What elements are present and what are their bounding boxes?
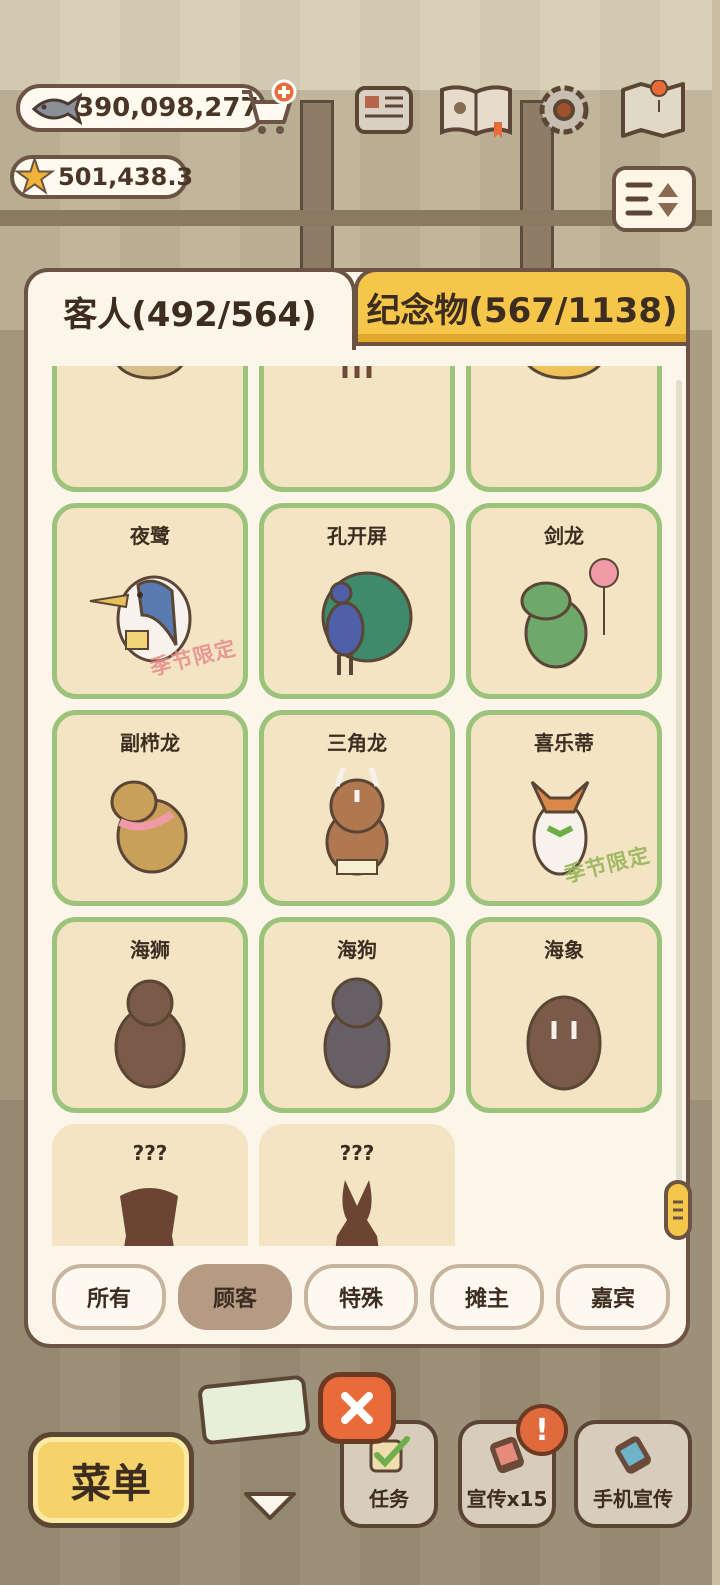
fish-icon: [31, 92, 82, 126]
guest-portrait: [110, 780, 188, 874]
guest-name: ???: [132, 1141, 168, 1165]
phone-promo-button[interactable]: 手机宣传: [574, 1420, 692, 1528]
guest-portrait: [325, 767, 389, 876]
guest-card[interactable]: 副栉龙: [52, 710, 248, 906]
scrollbar-track[interactable]: [676, 380, 682, 1200]
guest-portrait: [520, 558, 619, 669]
fish-currency: 390,098,277: [16, 84, 266, 132]
filter-button[interactable]: 所有: [52, 1264, 166, 1330]
scrollbar-thumb[interactable]: [664, 1180, 692, 1240]
guest-name: 海狗: [337, 938, 377, 962]
tab-souvenirs-label: 纪念物(567/1138): [366, 290, 678, 331]
chevron-down-icon[interactable]: [240, 1486, 300, 1526]
locked-guest-card[interactable]: ???: [52, 1124, 248, 1246]
close-icon: [341, 1392, 373, 1424]
star-icon: ★: [13, 149, 56, 203]
filter-bar: 所有 顾客 特殊 摊主 嘉宾: [52, 1264, 670, 1330]
task-label: 任务: [369, 1487, 409, 1511]
guest-portrait: [114, 979, 186, 1089]
guest-card[interactable]: 孔开屏: [259, 503, 455, 699]
guest-name: 副栉龙: [120, 731, 180, 755]
filter-button[interactable]: 嘉宾: [556, 1264, 670, 1330]
guest-name: 三角龙: [327, 731, 387, 755]
guest-grid: 夜鹭 季节限定 孔开屏 剑龙副栉龙 三角龙 喜乐蒂 季节限定海狮 海狗 海象??????: [52, 366, 662, 1246]
guest-card[interactable]: 夜鹭 季节限定: [52, 503, 248, 699]
newspaper-icon[interactable]: [352, 78, 416, 142]
guest-name: 孔开屏: [327, 524, 387, 548]
tab-guests[interactable]: 客人(492/564): [24, 268, 356, 350]
guest-card[interactable]: [259, 366, 455, 492]
filter-button[interactable]: 特殊: [304, 1264, 418, 1330]
close-button[interactable]: [318, 1372, 396, 1444]
map-icon[interactable]: [618, 78, 688, 142]
silhouette-icon: [335, 1180, 379, 1246]
beam: [0, 210, 712, 226]
guest-card[interactable]: 海狮: [52, 917, 248, 1113]
promo-label: 宣传x15: [466, 1487, 548, 1511]
tab-guests-label: 客人(492/564): [63, 294, 317, 335]
guest-name: 喜乐蒂: [534, 731, 594, 755]
guest-name: 海象: [544, 938, 584, 962]
alert-badge-text: !: [535, 1412, 549, 1448]
sort-icon[interactable]: [612, 166, 696, 232]
fish-amount: 390,098,277: [76, 93, 259, 123]
guest-card[interactable]: [52, 366, 248, 492]
filter-button[interactable]: 摊主: [430, 1264, 544, 1330]
star-currency: ★ 501,438.3: [10, 149, 193, 203]
guest-portrait: [527, 366, 601, 380]
star-amount: 501,438.3: [58, 163, 194, 191]
guest-portrait: [342, 366, 372, 378]
phone-icon: [615, 1436, 651, 1474]
guest-portrait: [526, 995, 602, 1091]
alert-badge: !: [516, 1404, 568, 1456]
silhouette-icon: [120, 1188, 178, 1246]
guest-name: 海狮: [130, 938, 170, 962]
book-icon[interactable]: [438, 78, 514, 142]
decor-sign: [197, 1374, 311, 1446]
guest-portrait: [323, 977, 391, 1089]
guest-card[interactable]: 三角龙: [259, 710, 455, 906]
shop-cart-icon[interactable]: [236, 78, 298, 140]
filter-button[interactable]: 顾客: [178, 1264, 292, 1330]
guest-name: ???: [339, 1141, 375, 1165]
gear-icon[interactable]: [532, 78, 596, 142]
tab-souvenirs[interactable]: 纪念物(567/1138): [354, 268, 690, 346]
guest-portrait: [117, 366, 183, 380]
guest-card[interactable]: [466, 366, 662, 492]
guest-name: 夜鹭: [130, 524, 170, 548]
guest-card[interactable]: 海狗: [259, 917, 455, 1113]
menu-button[interactable]: 菜单: [28, 1432, 194, 1528]
guest-card[interactable]: 喜乐蒂 季节限定: [466, 710, 662, 906]
guest-grid-viewport[interactable]: 夜鹭 季节限定 孔开屏 剑龙副栉龙 三角龙 喜乐蒂 季节限定海狮 海狗 海象??????: [44, 366, 668, 1246]
phone-promo-label: 手机宣传: [593, 1487, 673, 1511]
guest-name: 剑龙: [544, 524, 584, 548]
guest-card[interactable]: 剑龙: [466, 503, 662, 699]
menu-label: 菜单: [71, 1461, 151, 1507]
guest-portrait: [321, 571, 413, 675]
guest-card[interactable]: 海象: [466, 917, 662, 1113]
locked-guest-card[interactable]: ???: [259, 1124, 455, 1246]
